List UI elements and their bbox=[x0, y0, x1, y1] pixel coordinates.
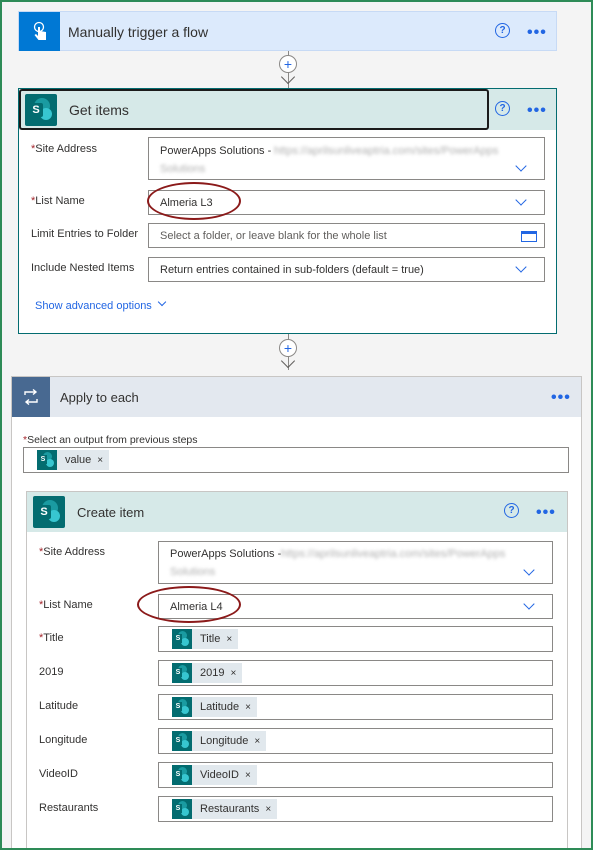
more-options-icon[interactable]: ••• bbox=[536, 505, 556, 521]
restaurants-field[interactable]: S Restaurants × bbox=[158, 796, 553, 822]
help-icon[interactable]: ? bbox=[495, 23, 510, 38]
remove-token-icon[interactable]: × bbox=[245, 770, 251, 781]
restaurants-token[interactable]: S Restaurants × bbox=[172, 799, 278, 819]
limit-folder-label: Limit Entries to Folder bbox=[31, 228, 138, 240]
site-address-field[interactable]: PowerApps Solutions - https://aprilsunli… bbox=[158, 541, 553, 584]
chevron-down-icon[interactable] bbox=[515, 194, 527, 206]
apply-to-each-title: Apply to each bbox=[60, 390, 139, 405]
sharepoint-icon: S bbox=[172, 697, 192, 717]
sharepoint-icon: S bbox=[33, 496, 65, 528]
title-label: *Title bbox=[39, 632, 64, 644]
create-item-header[interactable]: S Create item ? ••• bbox=[27, 492, 567, 532]
list-name-label: *List Name bbox=[39, 599, 93, 611]
create-item-card: S Create item ? ••• *Site Address PowerA… bbox=[26, 491, 568, 850]
remove-token-icon[interactable]: × bbox=[230, 668, 236, 679]
list-name-label: *List Name bbox=[31, 195, 85, 207]
show-advanced-options[interactable]: Show advanced options bbox=[35, 297, 167, 312]
2019-field[interactable]: S 2019 × bbox=[158, 660, 553, 686]
site-address-field[interactable]: PowerApps Solutions - https://aprilsunli… bbox=[148, 137, 545, 180]
longitude-token[interactable]: S Longitude × bbox=[172, 731, 267, 751]
remove-token-icon[interactable]: × bbox=[254, 736, 260, 747]
sharepoint-icon: S bbox=[172, 765, 192, 785]
chevron-down-icon[interactable] bbox=[515, 160, 527, 172]
sharepoint-icon: S bbox=[172, 663, 192, 683]
site-address-url-cont: Solutions bbox=[170, 566, 216, 578]
remove-token-icon[interactable]: × bbox=[226, 634, 232, 645]
remove-token-icon[interactable]: × bbox=[97, 455, 103, 466]
get-items-title: Get items bbox=[69, 102, 129, 118]
latitude-field[interactable]: S Latitude × bbox=[158, 694, 553, 720]
videoid-token[interactable]: S VideoID × bbox=[172, 765, 257, 785]
sharepoint-icon: S bbox=[172, 799, 192, 819]
help-icon[interactable]: ? bbox=[495, 101, 510, 116]
value-token[interactable]: S value × bbox=[37, 450, 110, 470]
loop-icon bbox=[12, 377, 50, 417]
videoid-field[interactable]: S VideoID × bbox=[158, 762, 553, 788]
title-token[interactable]: S Title × bbox=[172, 629, 239, 649]
apply-to-each-card: Apply to each ••• *Select an output from… bbox=[11, 376, 582, 850]
2019-label: 2019 bbox=[39, 666, 64, 678]
longitude-label: Longitude bbox=[39, 734, 88, 746]
annotation-ellipse bbox=[147, 182, 241, 220]
chevron-down-icon[interactable] bbox=[523, 564, 535, 576]
remove-token-icon[interactable]: × bbox=[245, 702, 251, 713]
site-address-url: https://aprilsunliveaptria.com/sites/Pow… bbox=[281, 548, 506, 560]
get-items-card: S Get items ? ••• *Site Address PowerApp… bbox=[18, 88, 557, 334]
sharepoint-icon: S bbox=[172, 629, 192, 649]
title-field[interactable]: S Title × bbox=[158, 626, 553, 652]
site-address-url: https://aprilsunliveaptria.com/sites/Pow… bbox=[274, 145, 499, 157]
folder-icon[interactable] bbox=[521, 231, 537, 242]
limit-folder-field[interactable]: Select a folder, or leave blank for the … bbox=[148, 223, 545, 248]
chevron-down-icon bbox=[157, 297, 167, 307]
create-item-title: Create item bbox=[77, 505, 145, 520]
latitude-token[interactable]: S Latitude × bbox=[172, 697, 257, 717]
more-options-icon[interactable]: ••• bbox=[527, 25, 547, 41]
trigger-icon bbox=[19, 12, 60, 51]
trigger-card[interactable]: Manually trigger a flow ? ••• bbox=[18, 11, 557, 51]
sharepoint-icon: S bbox=[37, 450, 57, 470]
site-address-label: *Site Address bbox=[31, 143, 98, 155]
more-options-icon[interactable]: ••• bbox=[527, 103, 547, 119]
sharepoint-icon: S bbox=[172, 731, 192, 751]
site-address-label: *Site Address bbox=[39, 546, 106, 558]
more-options-icon[interactable]: ••• bbox=[551, 390, 571, 406]
nested-items-label: Include Nested Items bbox=[31, 262, 135, 274]
restaurants-label: Restaurants bbox=[39, 802, 99, 814]
chevron-down-icon[interactable] bbox=[523, 598, 535, 610]
chevron-down-icon[interactable] bbox=[515, 261, 527, 273]
select-output-field[interactable]: S value × bbox=[23, 447, 569, 473]
videoid-label: VideoID bbox=[39, 768, 78, 780]
2019-token[interactable]: S 2019 × bbox=[172, 663, 243, 683]
nested-items-field[interactable]: Return entries contained in sub-folders … bbox=[148, 257, 545, 282]
site-address-url-cont: Solutions bbox=[160, 163, 206, 175]
trigger-title: Manually trigger a flow bbox=[68, 24, 209, 40]
latitude-label: Latitude bbox=[39, 700, 79, 712]
get-items-header[interactable]: S Get items ? ••• bbox=[19, 89, 556, 130]
apply-to-each-header[interactable]: Apply to each ••• bbox=[12, 377, 581, 417]
longitude-field[interactable]: S Longitude × bbox=[158, 728, 553, 754]
remove-token-icon[interactable]: × bbox=[265, 804, 271, 815]
sharepoint-icon: S bbox=[25, 94, 57, 126]
help-icon[interactable]: ? bbox=[504, 503, 519, 518]
annotation-ellipse bbox=[137, 586, 241, 623]
select-output-label: *Select an output from previous steps bbox=[23, 434, 198, 446]
